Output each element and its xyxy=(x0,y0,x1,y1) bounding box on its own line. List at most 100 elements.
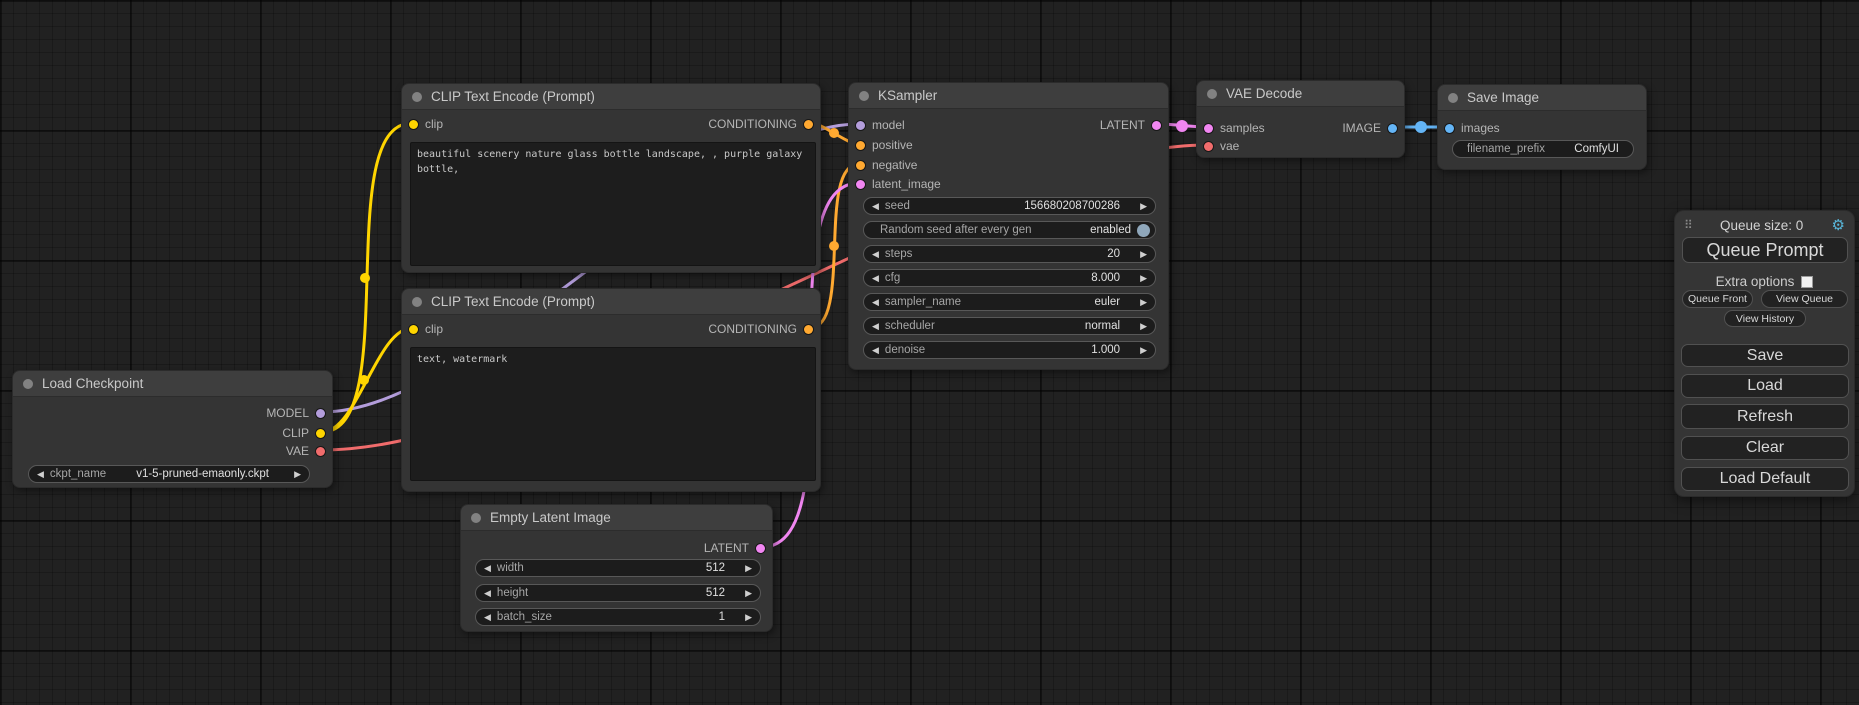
output-clip[interactable]: CLIP xyxy=(282,424,325,442)
input-negative[interactable]: negative xyxy=(856,156,917,174)
collapse-dot[interactable] xyxy=(23,379,33,389)
latent-port-icon[interactable] xyxy=(856,180,865,189)
widget-batch-size[interactable]: ◀ batch_size 1 ▶ xyxy=(475,608,761,626)
input-model[interactable]: model xyxy=(856,116,905,134)
collapse-dot[interactable] xyxy=(412,297,422,307)
input-latent-image[interactable]: latent_image xyxy=(856,175,941,193)
node-empty-latent-image[interactable]: Empty Latent Image LATENT ◀ width 512 ▶ … xyxy=(460,504,773,632)
widget-denoise[interactable]: ◀ denoise 1.000 ▶ xyxy=(863,341,1156,359)
increment-arrow-icon[interactable]: ▶ xyxy=(745,613,752,622)
positive-prompt-textarea[interactable]: beautiful scenery nature glass bottle la… xyxy=(410,142,816,266)
settings-gear-icon[interactable]: ⚙ xyxy=(1832,218,1845,233)
extra-options-checkbox[interactable] xyxy=(1801,276,1813,288)
increment-arrow-icon[interactable]: ▶ xyxy=(745,589,752,598)
widget-seed[interactable]: ◀ seed 156680208700286 ▶ xyxy=(863,197,1156,215)
output-conditioning[interactable]: CONDITIONING xyxy=(708,320,813,338)
latent-port-icon[interactable] xyxy=(1152,121,1161,130)
input-clip[interactable]: clip xyxy=(409,320,443,338)
vae-port-icon[interactable] xyxy=(316,447,325,456)
vae-port-icon[interactable] xyxy=(1204,142,1213,151)
node-load-checkpoint-titlebar[interactable]: Load Checkpoint xyxy=(13,371,332,397)
widget-width[interactable]: ◀ width 512 ▶ xyxy=(475,559,761,577)
decrement-arrow-icon[interactable]: ◀ xyxy=(484,613,491,622)
wire-images-midpoint[interactable] xyxy=(1415,121,1427,133)
wire-clip-positive-midpoint[interactable] xyxy=(360,273,370,283)
conditioning-port-icon[interactable] xyxy=(856,141,865,150)
increment-arrow-icon[interactable]: ▶ xyxy=(1140,298,1147,307)
collapse-dot[interactable] xyxy=(859,91,869,101)
input-clip[interactable]: clip xyxy=(409,115,443,133)
node-vae-decode[interactable]: VAE Decode samples vae IMAGE xyxy=(1196,80,1405,158)
node-ksampler-titlebar[interactable]: KSampler xyxy=(849,83,1168,109)
collapse-dot[interactable] xyxy=(1448,93,1458,103)
input-vae[interactable]: vae xyxy=(1204,137,1239,155)
clip-port-icon[interactable] xyxy=(409,325,418,334)
image-port-icon[interactable] xyxy=(1388,124,1397,133)
node-empty-latent-titlebar[interactable]: Empty Latent Image xyxy=(461,505,772,531)
view-history-button[interactable]: View History xyxy=(1724,310,1806,327)
model-port-icon[interactable] xyxy=(316,409,325,418)
load-button[interactable]: Load xyxy=(1681,374,1849,398)
widget-scheduler[interactable]: ◀ scheduler normal ▶ xyxy=(863,317,1156,335)
wire-clip-negative-midpoint[interactable] xyxy=(359,375,369,385)
increment-arrow-icon[interactable]: ▶ xyxy=(745,564,752,573)
node-save-image-titlebar[interactable]: Save Image xyxy=(1438,85,1646,111)
node-save-image[interactable]: Save Image images filename_prefix ComfyU… xyxy=(1437,84,1647,170)
decrement-arrow-icon[interactable]: ◀ xyxy=(37,470,44,479)
decrement-arrow-icon[interactable]: ◀ xyxy=(484,564,491,573)
increment-arrow-icon[interactable]: ▶ xyxy=(1140,322,1147,331)
refresh-button[interactable]: Refresh xyxy=(1681,404,1849,429)
clear-button[interactable]: Clear xyxy=(1681,436,1849,460)
widget-cfg[interactable]: ◀ cfg 8.000 ▶ xyxy=(863,269,1156,287)
widget-sampler-name[interactable]: ◀ sampler_name euler ▶ xyxy=(863,293,1156,311)
input-samples[interactable]: samples xyxy=(1204,119,1265,137)
queue-prompt-button[interactable]: Queue Prompt xyxy=(1682,237,1848,263)
node-clip-text-encode-negative[interactable]: CLIP Text Encode (Prompt) clip CONDITION… xyxy=(401,288,821,492)
widget-random-seed-toggle[interactable]: Random seed after every gen enabled xyxy=(863,221,1156,239)
clip-port-icon[interactable] xyxy=(316,429,325,438)
increment-arrow-icon[interactable]: ▶ xyxy=(1140,202,1147,211)
negative-prompt-textarea[interactable]: text, watermark xyxy=(410,347,816,481)
latent-port-icon[interactable] xyxy=(756,544,765,553)
increment-arrow-icon[interactable]: ▶ xyxy=(1140,250,1147,259)
clip-port-icon[interactable] xyxy=(409,120,418,129)
widget-filename-prefix[interactable]: filename_prefix ComfyUI xyxy=(1452,140,1634,158)
node-vae-decode-titlebar[interactable]: VAE Decode xyxy=(1197,81,1404,107)
input-positive[interactable]: positive xyxy=(856,136,913,154)
node-ksampler[interactable]: KSampler model positive negative latent_… xyxy=(848,82,1169,370)
view-queue-button[interactable]: View Queue xyxy=(1761,290,1848,308)
output-vae[interactable]: VAE xyxy=(286,442,325,460)
node-clip-negative-titlebar[interactable]: CLIP Text Encode (Prompt) xyxy=(402,289,820,315)
drag-handle-icon[interactable]: ⠿ xyxy=(1684,218,1692,232)
increment-arrow-icon[interactable]: ▶ xyxy=(294,470,301,479)
node-load-checkpoint[interactable]: Load Checkpoint MODEL CLIP VAE ◀ ckpt_na… xyxy=(12,370,333,488)
widget-height[interactable]: ◀ height 512 ▶ xyxy=(475,584,761,602)
output-image[interactable]: IMAGE xyxy=(1342,119,1397,137)
input-images[interactable]: images xyxy=(1445,119,1500,137)
node-clip-text-encode-positive[interactable]: CLIP Text Encode (Prompt) clip CONDITION… xyxy=(401,83,821,273)
save-button[interactable]: Save xyxy=(1681,344,1849,367)
conditioning-port-icon[interactable] xyxy=(856,161,865,170)
collapse-dot[interactable] xyxy=(412,92,422,102)
conditioning-port-icon[interactable] xyxy=(804,325,813,334)
output-conditioning[interactable]: CONDITIONING xyxy=(708,115,813,133)
decrement-arrow-icon[interactable]: ◀ xyxy=(872,274,879,283)
decrement-arrow-icon[interactable]: ◀ xyxy=(872,346,879,355)
conditioning-port-icon[interactable] xyxy=(804,120,813,129)
output-model[interactable]: MODEL xyxy=(266,404,325,422)
decrement-arrow-icon[interactable]: ◀ xyxy=(484,589,491,598)
decrement-arrow-icon[interactable]: ◀ xyxy=(872,250,879,259)
image-port-icon[interactable] xyxy=(1445,124,1454,133)
queue-front-button[interactable]: Queue Front xyxy=(1682,290,1753,308)
increment-arrow-icon[interactable]: ▶ xyxy=(1140,346,1147,355)
decrement-arrow-icon[interactable]: ◀ xyxy=(872,322,879,331)
decrement-arrow-icon[interactable]: ◀ xyxy=(872,298,879,307)
collapse-dot[interactable] xyxy=(1207,89,1217,99)
increment-arrow-icon[interactable]: ▶ xyxy=(1140,274,1147,283)
output-latent[interactable]: LATENT xyxy=(1100,116,1161,134)
widget-steps[interactable]: ◀ steps 20 ▶ xyxy=(863,245,1156,263)
model-port-icon[interactable] xyxy=(856,121,865,130)
output-latent[interactable]: LATENT xyxy=(704,539,765,557)
latent-port-icon[interactable] xyxy=(1204,124,1213,133)
load-default-button[interactable]: Load Default xyxy=(1681,467,1849,491)
